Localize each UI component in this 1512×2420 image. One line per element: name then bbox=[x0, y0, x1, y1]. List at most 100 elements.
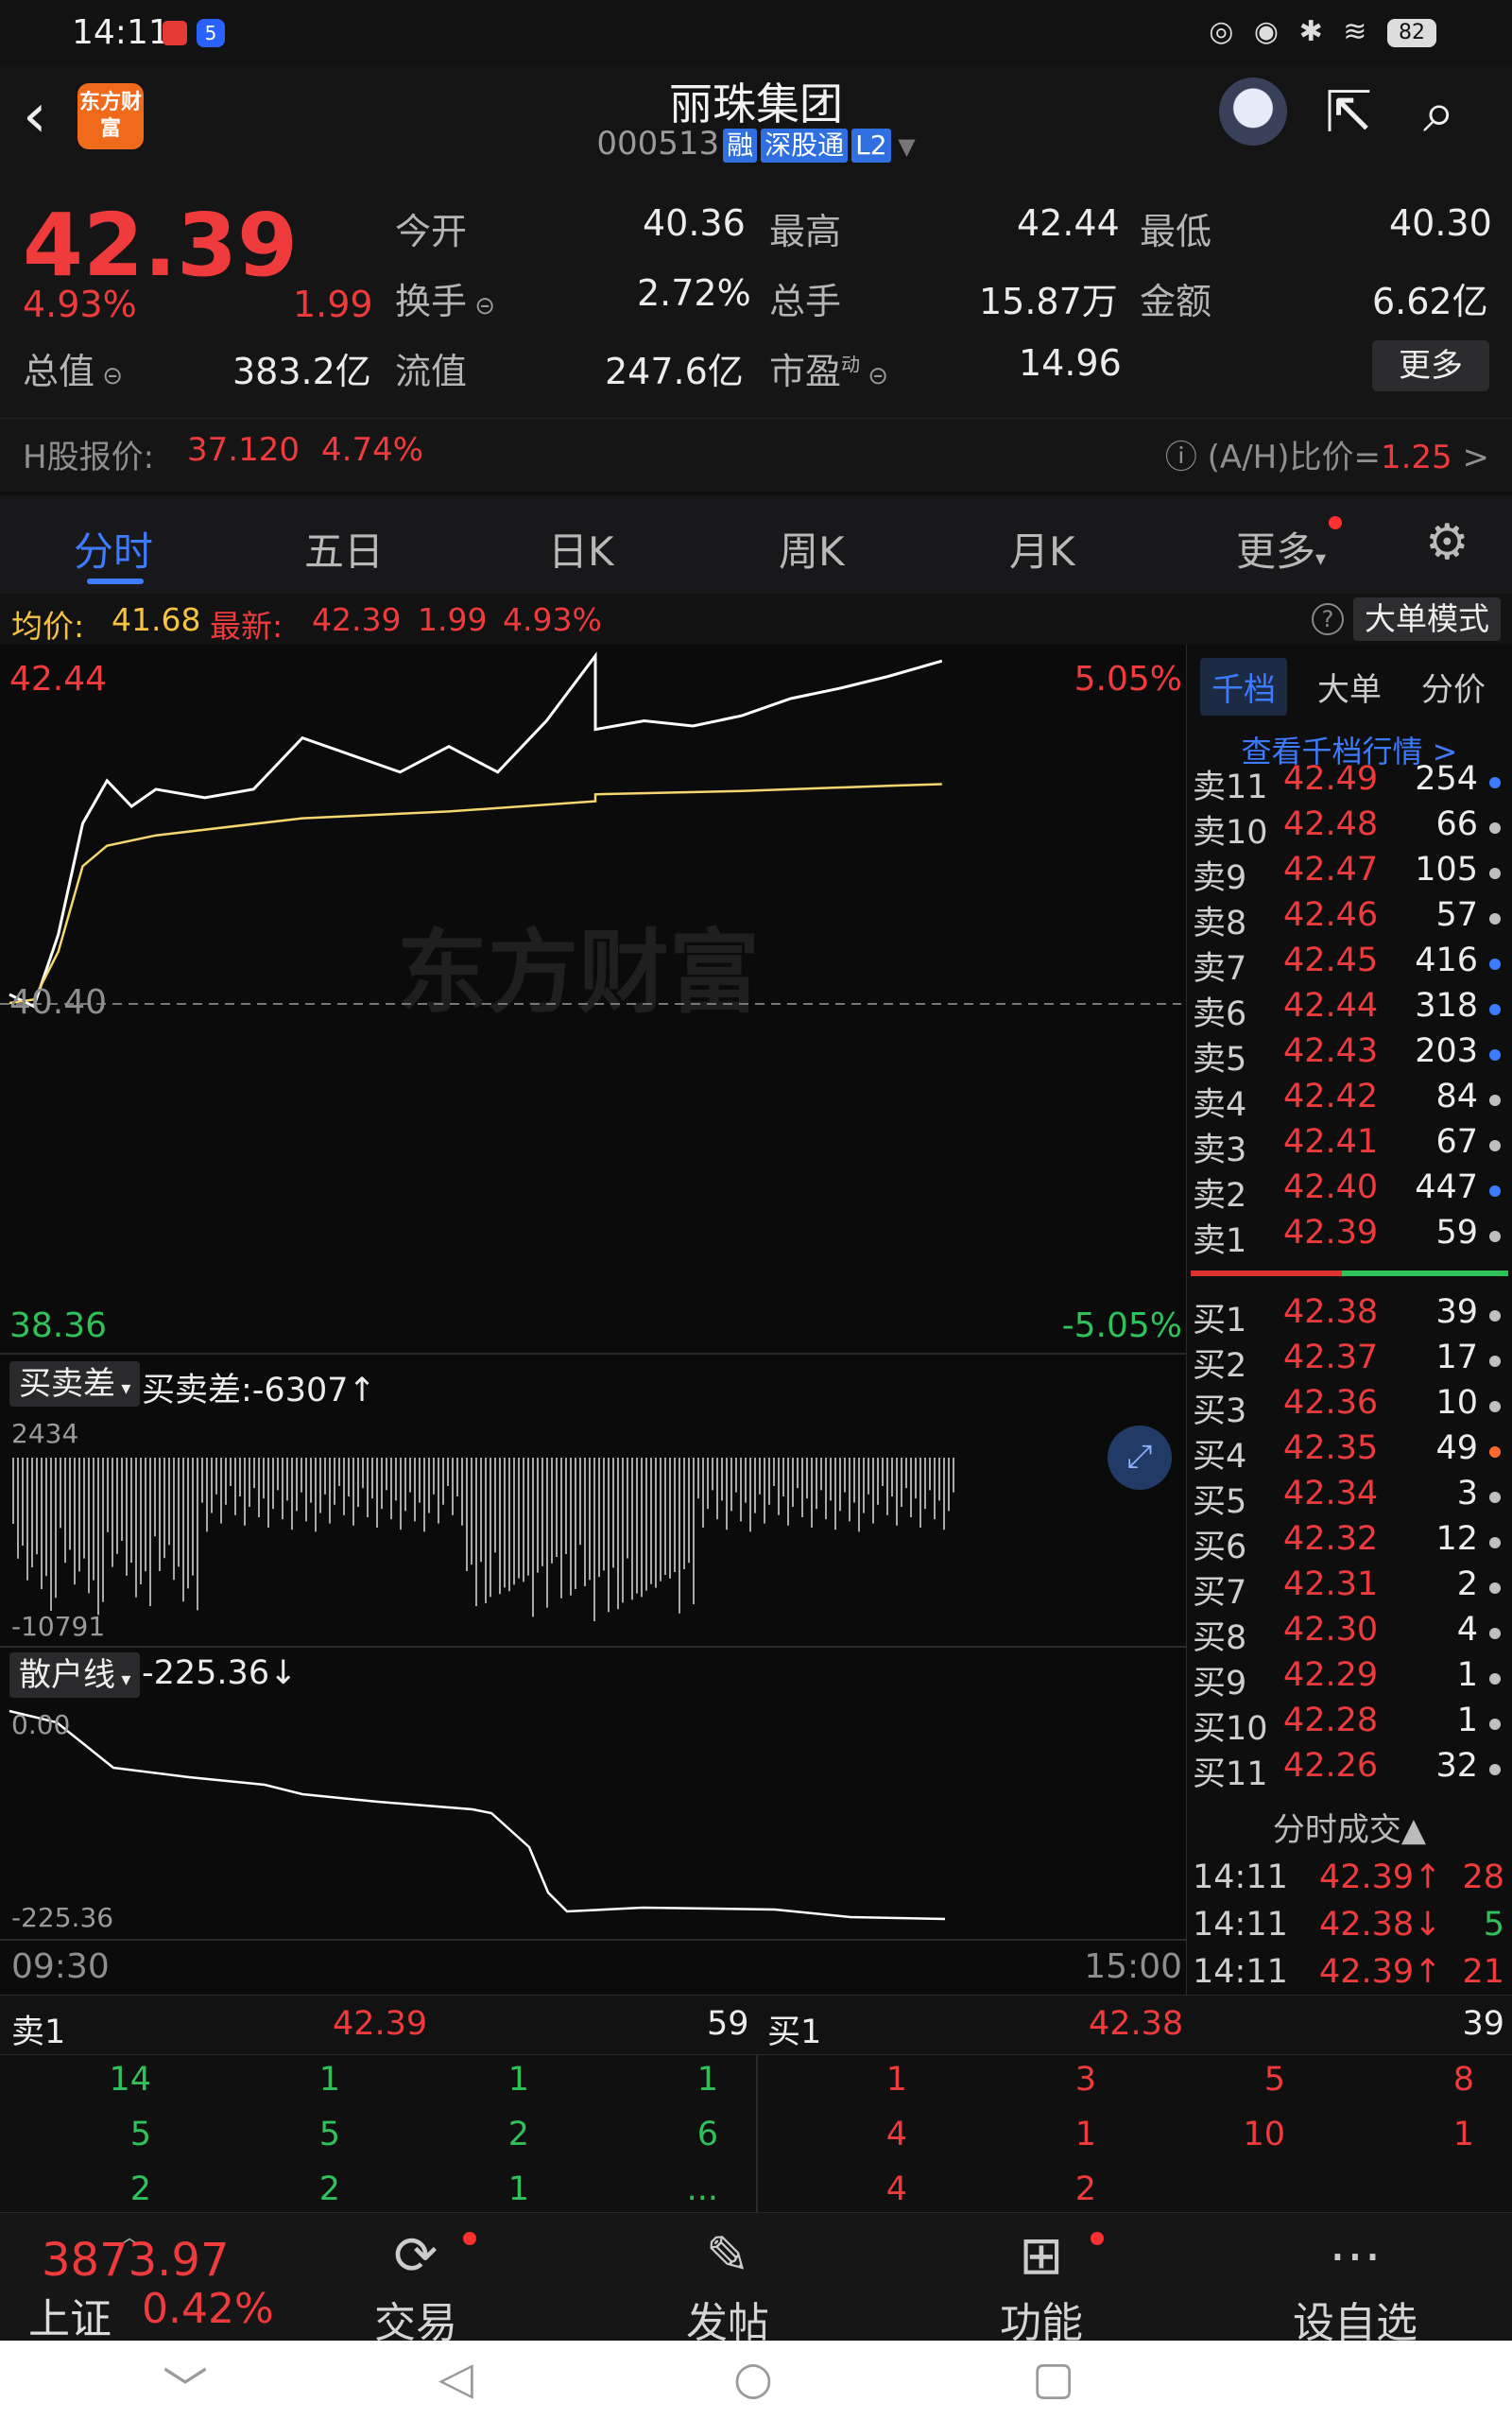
status-dot-icon bbox=[1489, 1628, 1501, 1639]
status-dot-icon bbox=[1489, 1356, 1501, 1367]
tab-weekly-k[interactable]: 周K bbox=[779, 520, 845, 578]
ask-row[interactable]: 卖3 42.41 67 bbox=[1187, 1123, 1512, 1169]
tab-price-dist[interactable]: 分价 bbox=[1421, 664, 1486, 710]
level-label: 买11 bbox=[1193, 1755, 1268, 1793]
nav-trade[interactable]: ⟳ 交易 bbox=[321, 2224, 510, 2349]
sell1-label: 卖1 bbox=[11, 2014, 66, 2051]
tab-depth[interactable]: 千档 bbox=[1200, 658, 1287, 716]
bid-row[interactable]: 买3 42.36 10 bbox=[1187, 1384, 1512, 1430]
chevron-down-icon[interactable]: ﹀ bbox=[163, 2352, 208, 2418]
ask-bid-divider-ask bbox=[1191, 1270, 1342, 1276]
level-volume: 12 bbox=[1435, 1520, 1478, 1558]
trade-time: 14:11 bbox=[1193, 1858, 1288, 1896]
ask-bid-divider bbox=[1191, 1270, 1508, 1276]
stock-code: 000513 bbox=[596, 125, 720, 163]
bid-row[interactable]: 买1 42.38 39 bbox=[1187, 1293, 1512, 1340]
volume-label: 总手 bbox=[769, 281, 842, 322]
big-order-mode-button[interactable]: 大单模式 bbox=[1353, 597, 1501, 641]
pe-label[interactable]: 市盈动 ⊝ bbox=[769, 342, 888, 394]
level-label: 买7 bbox=[1193, 1574, 1247, 1612]
mktcap-label[interactable]: 总值 ⊝ bbox=[23, 342, 123, 394]
stock-code-line[interactable]: 000513 融深股通 L2 ▼ bbox=[0, 125, 1512, 163]
index-pct: 0.42% bbox=[142, 2285, 274, 2333]
queue-grid-separator bbox=[756, 2055, 758, 2212]
intraday-chart-area[interactable]: 东方财富 42.44 5.05% 40.40 38.36 -5.05% 买卖差 … bbox=[0, 645, 1187, 1995]
expand-icon[interactable]: ⤢ bbox=[1108, 1426, 1172, 1490]
ask-row[interactable]: 卖11 42.49 254 bbox=[1187, 760, 1512, 806]
ask-row[interactable]: 卖6 42.44 318 bbox=[1187, 987, 1512, 1033]
tab-monthly-k[interactable]: 月K bbox=[1009, 520, 1075, 578]
level-volume: 1 bbox=[1456, 1656, 1478, 1694]
gear-icon[interactable]: ⚙ bbox=[1425, 514, 1469, 571]
bid-row[interactable]: 买5 42.34 3 bbox=[1187, 1475, 1512, 1521]
help-icon[interactable]: ? bbox=[1312, 603, 1344, 635]
price-chart[interactable]: 东方财富 bbox=[0, 645, 1187, 1995]
ask-row[interactable]: 卖1 42.39 59 bbox=[1187, 1214, 1512, 1260]
status-dot-icon bbox=[1489, 822, 1501, 834]
assistant-robot-icon[interactable] bbox=[1219, 78, 1287, 146]
tab-intraday[interactable]: 分时 bbox=[74, 520, 153, 578]
more-button[interactable]: 更多 bbox=[1372, 340, 1489, 391]
bid-row[interactable]: 买11 42.26 32 bbox=[1187, 1747, 1512, 1793]
index-value[interactable]: 3873.97 bbox=[42, 2234, 230, 2287]
bid-row[interactable]: 买10 42.28 1 bbox=[1187, 1702, 1512, 1748]
back-triangle-icon[interactable]: ◁ bbox=[438, 2352, 473, 2405]
diff-min: -10791 bbox=[11, 1611, 106, 1642]
trade-row: 14:11 42.39↑ 28 bbox=[1187, 1858, 1512, 1906]
status-dot-icon bbox=[1489, 1673, 1501, 1685]
home-circle-icon[interactable]: ○ bbox=[733, 2352, 773, 2405]
level-volume: 84 bbox=[1435, 1078, 1478, 1115]
retail-min: -225.36 bbox=[11, 1902, 114, 1933]
order-book-panel: 千档 大单 分价 查看千档行情 > 卖11 42.49 254 卖10 42.48 66 卖… bbox=[1187, 645, 1512, 1995]
mktcap-value: 383.2亿 bbox=[232, 351, 371, 392]
search-icon[interactable]: ⌕ bbox=[1423, 79, 1455, 146]
tab-big-orders[interactable]: 大单 bbox=[1317, 664, 1382, 710]
notification-dot bbox=[1091, 2232, 1104, 2245]
low-label: 最低 bbox=[1140, 211, 1212, 252]
trades-toggle[interactable]: 分时成交▲ bbox=[1187, 1804, 1512, 1850]
h-share-price: 37.120 bbox=[187, 431, 300, 469]
ask-row[interactable]: 卖8 42.46 57 bbox=[1187, 896, 1512, 942]
ask-row[interactable]: 卖4 42.42 84 bbox=[1187, 1078, 1512, 1124]
diff-indicator-select[interactable]: 买卖差 ▾ bbox=[9, 1361, 141, 1407]
ah-ratio-link[interactable]: ⓘ (A/H)比价=1.25 > bbox=[1165, 431, 1489, 477]
trade-time: 14:11 bbox=[1193, 1953, 1288, 1991]
bid-row[interactable]: 买4 42.35 49 bbox=[1187, 1429, 1512, 1476]
turnover-label[interactable]: 换手 ⊝ bbox=[395, 272, 495, 324]
nav-functions[interactable]: ⊞ 功能 bbox=[947, 2224, 1136, 2349]
recent-apps-icon[interactable]: ▢ bbox=[1032, 2352, 1074, 2405]
trade-price: 42.39↑ bbox=[1319, 1858, 1442, 1896]
ask-row[interactable]: 卖5 42.43 203 bbox=[1187, 1032, 1512, 1079]
level-volume: 32 bbox=[1435, 1747, 1478, 1785]
bid-row[interactable]: 买7 42.31 2 bbox=[1187, 1565, 1512, 1612]
share-icon[interactable]: ⇱ bbox=[1325, 79, 1372, 146]
bid-row[interactable]: 买2 42.37 17 bbox=[1187, 1339, 1512, 1385]
h-share-pct: 4.74% bbox=[321, 431, 424, 469]
high-value: 42.44 bbox=[1017, 202, 1120, 244]
buy-queue-cell: 8 bbox=[1452, 2061, 1474, 2099]
quote-panel: 42.39 4.93% 1.99 今开 40.36 最高 42.44 最低 40… bbox=[0, 178, 1512, 492]
level-label: 买5 bbox=[1193, 1483, 1247, 1521]
trade-volume: 28 bbox=[1462, 1858, 1504, 1896]
tab-daily-k[interactable]: 日K bbox=[548, 520, 614, 578]
retail-indicator-select[interactable]: 散户线 ▾ bbox=[9, 1652, 141, 1698]
chevron-down-icon: ▼ bbox=[890, 133, 916, 160]
buy1-volume: 39 bbox=[1462, 2005, 1504, 2043]
bid-row[interactable]: 买6 42.32 12 bbox=[1187, 1520, 1512, 1566]
level-label: 卖6 bbox=[1193, 995, 1247, 1033]
level-label: 卖3 bbox=[1193, 1132, 1247, 1169]
ask-row[interactable]: 卖7 42.45 416 bbox=[1187, 942, 1512, 988]
bid-row[interactable]: 买9 42.29 1 bbox=[1187, 1656, 1512, 1703]
nav-post[interactable]: ✎ 发帖 bbox=[633, 2224, 822, 2349]
ask-row[interactable]: 卖10 42.48 66 bbox=[1187, 805, 1512, 852]
tab-five-day[interactable]: 五日 bbox=[304, 520, 384, 578]
level-volume: 39 bbox=[1435, 1293, 1478, 1331]
tab-more[interactable]: 更多▾ bbox=[1236, 520, 1326, 578]
ask-row[interactable]: 卖2 42.40 447 bbox=[1187, 1168, 1512, 1215]
ask-row[interactable]: 卖9 42.47 105 bbox=[1187, 851, 1512, 897]
buy-queue-cell: 10 bbox=[1243, 2116, 1285, 2153]
trade-yen-icon: ⟳ bbox=[393, 2225, 438, 2287]
nav-add-watchlist[interactable]: ⋯ 设自选 bbox=[1261, 2224, 1450, 2349]
status-bar: 14:11 5 ◎ ◉ ✱ ≋ 82 bbox=[0, 0, 1512, 66]
bid-row[interactable]: 买8 42.30 4 bbox=[1187, 1611, 1512, 1657]
